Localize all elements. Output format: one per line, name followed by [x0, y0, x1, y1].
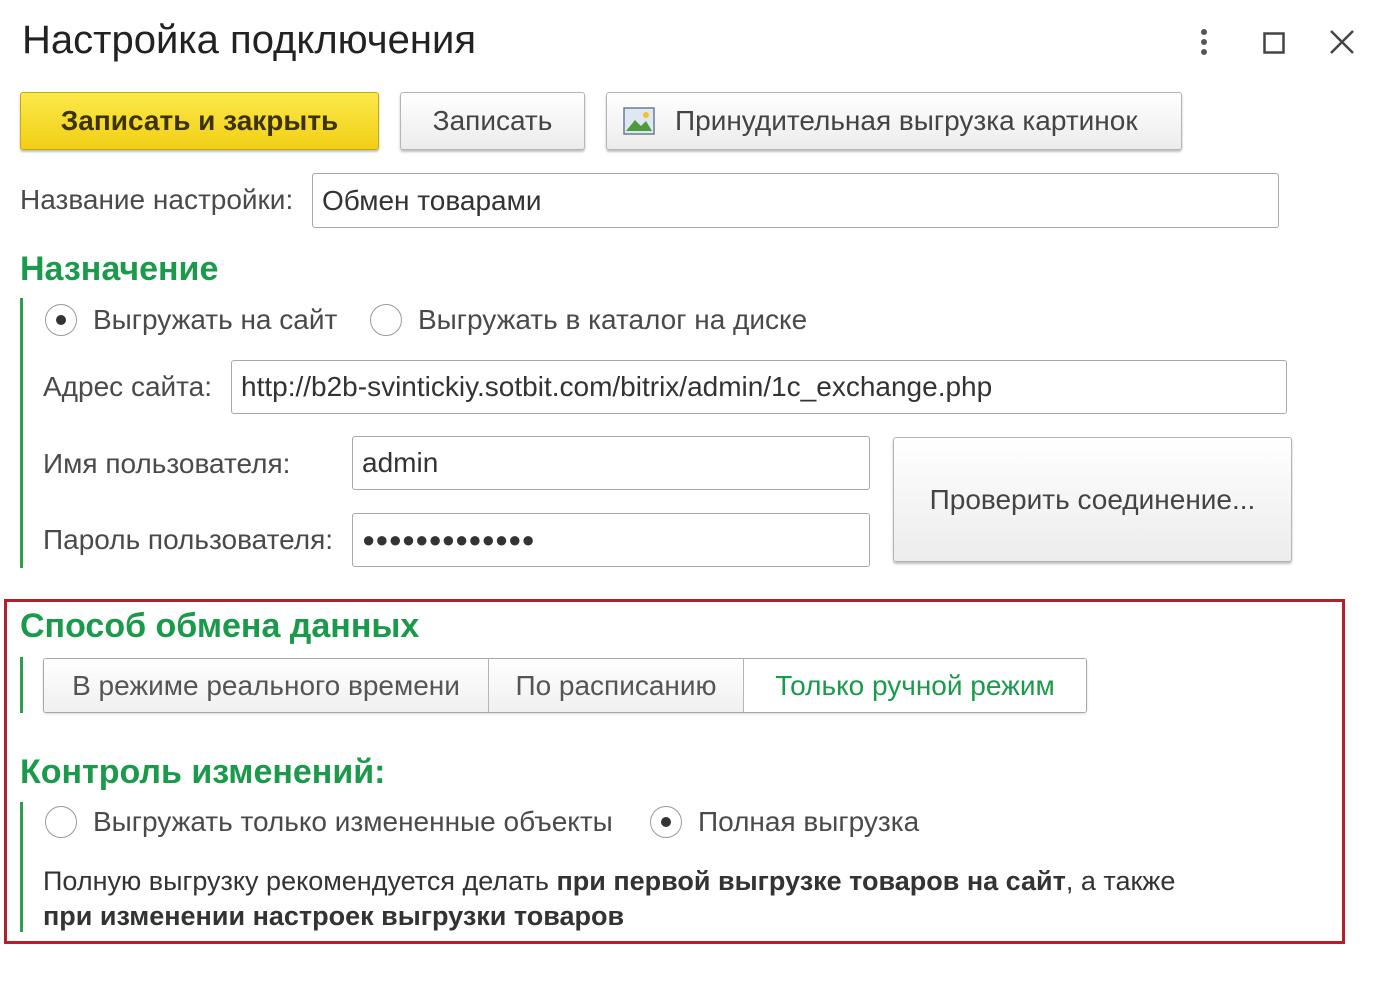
username-field[interactable]: admin [352, 436, 870, 490]
purpose-section-title: Назначение [20, 250, 219, 288]
full-upload-radio[interactable] [650, 806, 682, 838]
site-address-field[interactable]: http://b2b-svintickiy.sotbit.com/bitrix/… [231, 360, 1287, 414]
change-control-bar [20, 802, 23, 932]
note-text-1: Полную выгрузку рекомендуется делать [43, 866, 557, 896]
check-connection-button[interactable]: Проверить соединение... [893, 437, 1292, 562]
save-and-close-button[interactable]: Записать и закрыть [20, 92, 379, 150]
save-button[interactable]: Записать [400, 92, 585, 150]
note-bold-2: при изменении настроек выгрузки товаров [43, 901, 625, 931]
site-address-label: Адрес сайта: [43, 371, 213, 402]
note-text-2: , а также [1065, 866, 1176, 896]
maximize-icon[interactable] [1257, 26, 1291, 60]
username-label: Имя пользователя: [43, 448, 291, 479]
realtime-mode-option[interactable]: В режиме реального времени [44, 659, 489, 712]
manual-mode-option[interactable]: Только ручной режим [744, 659, 1086, 712]
close-icon[interactable] [1324, 24, 1360, 60]
exchange-method-switch: В режиме реального времени По расписанию… [43, 658, 1087, 713]
changed-only-radio[interactable] [45, 806, 77, 838]
password-field[interactable]: ●●●●●●●●●●●●● [352, 513, 870, 567]
upload-to-disk-radio[interactable] [370, 304, 402, 336]
exchange-method-bar [20, 657, 23, 713]
settings-name-label: Название настройки: [20, 184, 294, 215]
full-upload-note: Полную выгрузку рекомендуется делать при… [43, 864, 1333, 934]
scheduled-mode-option[interactable]: По расписанию [489, 659, 744, 712]
purpose-section-bar [20, 298, 23, 568]
picture-icon [623, 107, 655, 135]
force-upload-images-button[interactable]: Принудительная выгрузка картинок [606, 92, 1182, 150]
force-upload-label: Принудительная выгрузка картинок [675, 105, 1138, 136]
password-label: Пароль пользователя: [43, 524, 334, 555]
full-upload-label: Полная выгрузка [698, 806, 920, 837]
changed-only-label: Выгружать только измененные объекты [93, 806, 613, 837]
change-control-title: Контроль изменений: [20, 753, 386, 791]
upload-to-site-label: Выгружать на сайт [93, 304, 338, 335]
exchange-method-title: Способ обмена данных [20, 607, 420, 645]
upload-to-disk-label: Выгружать в каталог на диске [418, 304, 808, 335]
more-icon[interactable] [1188, 24, 1220, 60]
upload-to-site-radio[interactable] [45, 304, 77, 336]
window-title: Настройка подключения [22, 18, 476, 62]
note-bold-1: при первой выгрузке товаров на сайт [556, 866, 1066, 896]
settings-name-field[interactable]: Обмен товарами [312, 173, 1279, 228]
